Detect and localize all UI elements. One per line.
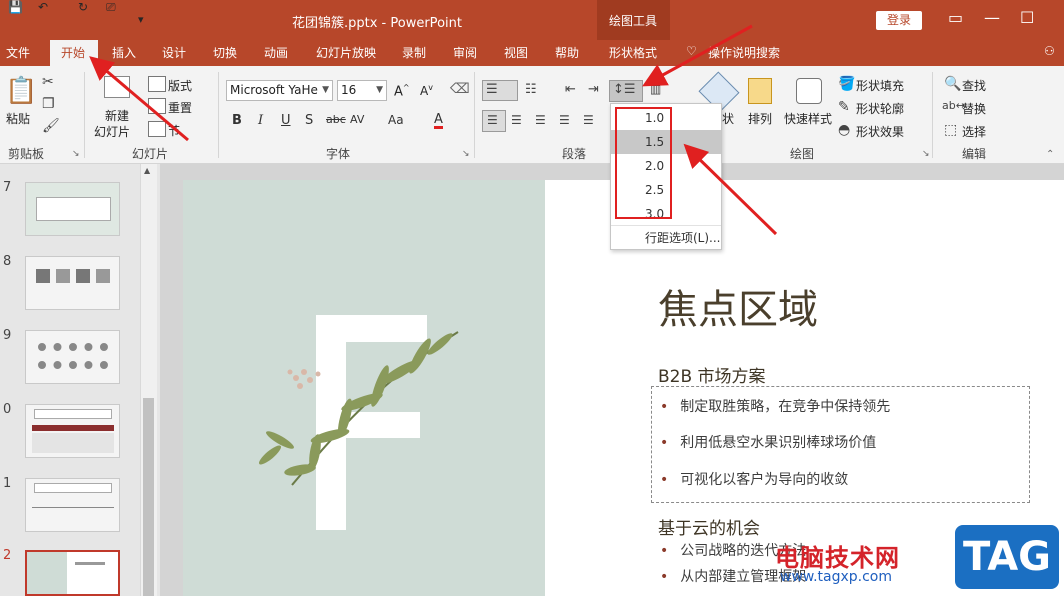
watermark-url: www.tagxp.com bbox=[780, 569, 892, 585]
annotation-arrows bbox=[89, 24, 778, 236]
watermark-text: 电脑技术网 bbox=[775, 544, 900, 572]
arrow-to-line-spacing bbox=[642, 24, 753, 87]
watermark-logo: TAG bbox=[955, 525, 1059, 589]
arrow-to-menu-items bbox=[683, 143, 778, 236]
arrow-to-home-tab bbox=[89, 56, 189, 142]
